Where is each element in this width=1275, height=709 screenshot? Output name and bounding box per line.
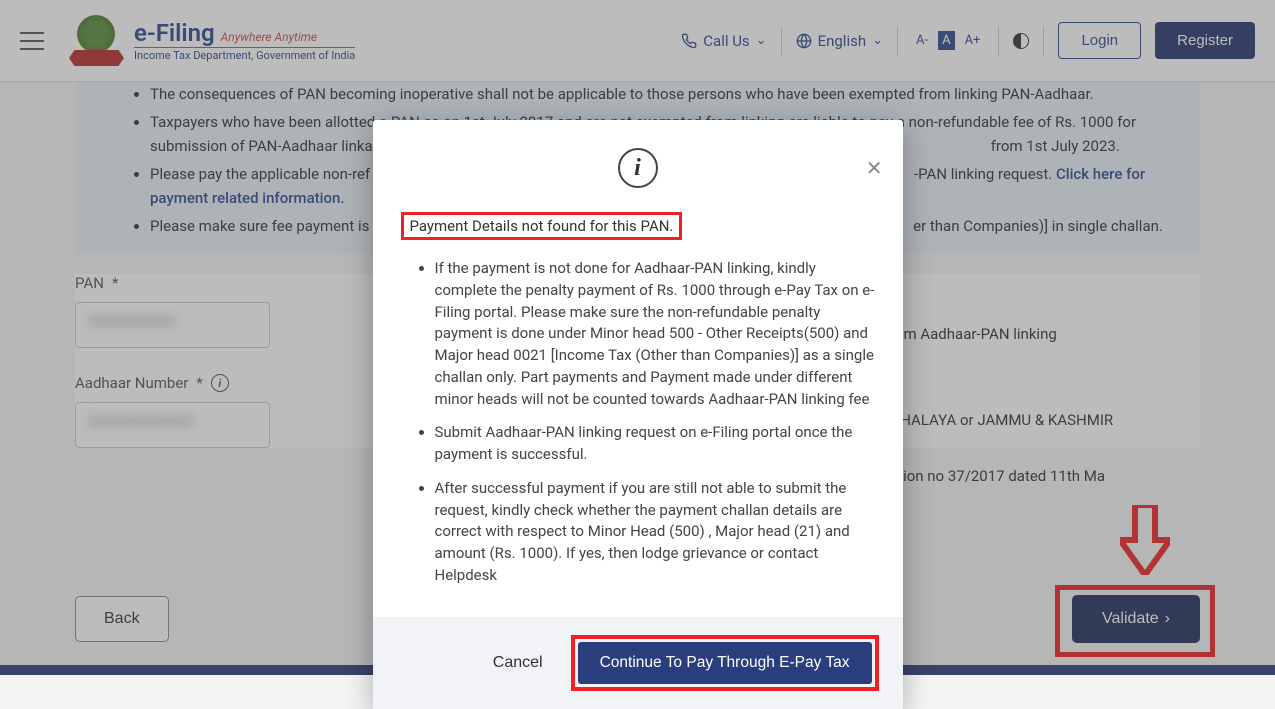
modal-title: Payment Details not found for this PAN. <box>401 212 683 240</box>
modal-bullet: Submit Aadhaar-PAN linking request on e-… <box>435 422 875 466</box>
close-icon[interactable]: ✕ <box>866 156 883 181</box>
annotation-box: Continue To Pay Through E-Pay Tax <box>571 635 879 691</box>
modal-bullet: If the payment is not done for Aadhaar-P… <box>435 258 875 410</box>
payment-not-found-modal: ✕ i Payment Details not found for this P… <box>373 120 903 709</box>
modal-bullet: After successful payment if you are stil… <box>435 478 875 587</box>
info-circle-icon: i <box>618 148 658 188</box>
cancel-button[interactable]: Cancel <box>493 654 543 672</box>
continue-epay-button[interactable]: Continue To Pay Through E-Pay Tax <box>578 642 872 684</box>
modal-overlay: ✕ i Payment Details not found for this P… <box>0 0 1275 675</box>
